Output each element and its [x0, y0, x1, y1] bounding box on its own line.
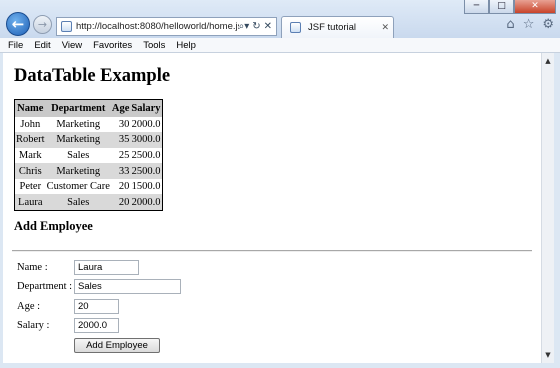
age-input[interactable]: [74, 299, 119, 314]
cell-age: 30: [110, 116, 131, 133]
department-label: Department :: [17, 281, 73, 292]
salary-row: Salary :: [17, 318, 119, 333]
menu-bar: File Edit View Favorites Tools Help: [0, 38, 560, 53]
cell-age: 20: [110, 178, 131, 195]
name-label: Name :: [17, 262, 48, 273]
scroll-up-arrow-icon[interactable]: ▲: [542, 55, 554, 67]
divider: [12, 250, 532, 252]
cell-salary: 2500.0: [130, 163, 163, 179]
header-age: Age: [110, 99, 131, 117]
tab-label: JSF tutorial: [308, 22, 357, 33]
cell-name: Robert: [14, 132, 46, 148]
tools-gear-icon[interactable]: ⚙: [542, 17, 554, 32]
employee-table: Name Department Age Salary John Marketin…: [14, 99, 163, 211]
menu-edit[interactable]: Edit: [34, 40, 50, 51]
minimize-button[interactable]: ─: [464, 0, 489, 14]
menu-favorites[interactable]: Favorites: [93, 40, 132, 51]
page-icon: [61, 21, 72, 32]
table-row: Laura Sales 20 2000.0: [14, 194, 163, 211]
window-controls: ─ □ ✕: [464, 0, 556, 14]
age-row: Age :: [17, 299, 119, 314]
page-viewport: DataTable Example Name Department Age Sa…: [3, 53, 541, 363]
department-input[interactable]: [74, 279, 181, 294]
tab-close-icon[interactable]: ✕: [381, 23, 393, 33]
cell-salary: 3000.0: [130, 132, 163, 148]
cell-department: Customer Care: [45, 178, 111, 195]
cell-department: Sales: [45, 194, 111, 211]
refresh-icon[interactable]: ↻: [252, 21, 260, 32]
cell-department: Marketing: [45, 116, 111, 133]
cell-name: Mark: [14, 147, 46, 164]
salary-input[interactable]: [74, 318, 119, 333]
url-text[interactable]: http://localhost:8080/helloworld/home.js…: [76, 21, 239, 32]
cell-age: 35: [110, 132, 131, 148]
browser-right-icons: ⌂ ☆ ⚙: [506, 17, 554, 32]
forward-arrow-icon[interactable]: →: [33, 15, 52, 34]
address-bar[interactable]: http://localhost:8080/helloworld/home.js…: [56, 17, 277, 36]
table-row: John Marketing 30 2000.0: [14, 116, 163, 133]
cell-name: John: [14, 116, 46, 133]
cell-name: Peter: [14, 178, 46, 195]
table-row: Chris Marketing 33 2500.0: [14, 163, 163, 179]
scroll-down-arrow-icon[interactable]: ▼: [542, 349, 554, 361]
cell-department: Sales: [45, 147, 111, 164]
menu-tools[interactable]: Tools: [143, 40, 165, 51]
cell-age: 25: [110, 147, 131, 164]
address-tools: ⌕▾ ↻ ✕: [239, 21, 276, 32]
cell-name: Chris: [14, 163, 46, 179]
close-window-button[interactable]: ✕: [514, 0, 556, 14]
cell-department: Marketing: [45, 132, 111, 148]
table-row: Robert Marketing 35 3000.0: [14, 132, 163, 148]
cell-salary: 2000.0: [130, 194, 163, 211]
cell-name: Laura: [14, 194, 46, 211]
table-header-row: Name Department Age Salary: [14, 99, 163, 117]
menu-view[interactable]: View: [62, 40, 82, 51]
tab-jsf-tutorial[interactable]: JSF tutorial ✕: [281, 16, 394, 38]
cell-salary: 2000.0: [130, 116, 163, 133]
salary-label: Salary :: [17, 320, 50, 331]
department-row: Department :: [17, 279, 181, 294]
cell-salary: 2500.0: [130, 147, 163, 164]
tab-page-icon: [290, 22, 301, 33]
stop-icon[interactable]: ✕: [264, 21, 272, 32]
cell-department: Marketing: [45, 163, 111, 179]
name-input[interactable]: [74, 260, 139, 275]
page-title: DataTable Example: [14, 66, 171, 86]
menu-help[interactable]: Help: [176, 40, 196, 51]
vertical-scrollbar[interactable]: ▲ ▼: [541, 53, 554, 363]
cell-age: 33: [110, 163, 131, 179]
favorites-star-icon[interactable]: ☆: [523, 17, 535, 32]
header-name: Name: [14, 99, 46, 117]
name-row: Name :: [17, 260, 139, 275]
search-icon[interactable]: ⌕▾: [239, 21, 250, 32]
age-label: Age :: [17, 301, 41, 312]
back-arrow-icon[interactable]: ←: [6, 12, 30, 36]
table-row: Peter Customer Care 20 1500.0: [14, 178, 163, 195]
maximize-button[interactable]: □: [489, 0, 514, 14]
browser-titlebar: ─ □ ✕ ← → http://localhost:8080/hellowor…: [0, 0, 560, 38]
home-icon[interactable]: ⌂: [506, 17, 514, 32]
add-employee-button[interactable]: Add Employee: [74, 338, 160, 353]
header-salary: Salary: [130, 99, 163, 117]
header-department: Department: [45, 99, 111, 117]
table-row: Mark Sales 25 2500.0: [14, 147, 163, 164]
cell-salary: 1500.0: [130, 178, 163, 195]
add-employee-heading: Add Employee: [14, 219, 93, 233]
window-bottom-frame: [0, 363, 560, 368]
menu-file[interactable]: File: [8, 40, 23, 51]
cell-age: 20: [110, 194, 131, 211]
